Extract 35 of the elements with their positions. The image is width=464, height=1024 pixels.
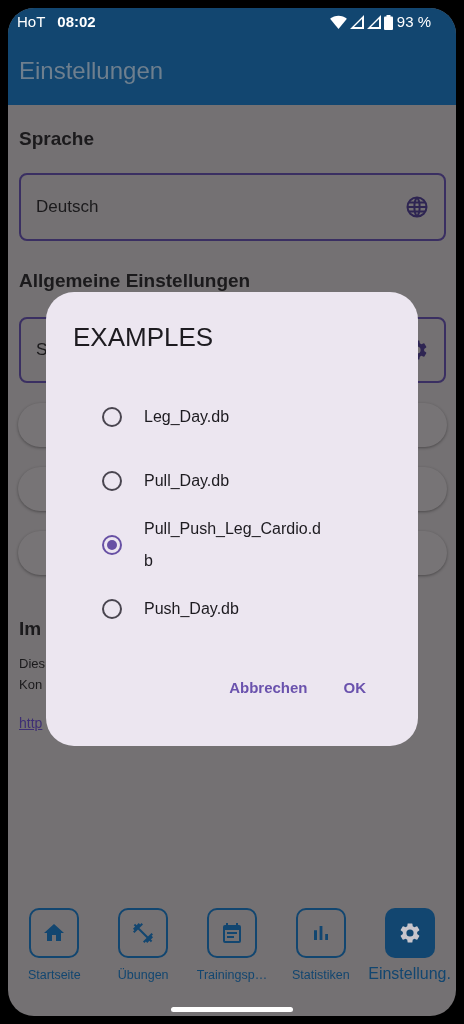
clock-time: 08:02 bbox=[57, 11, 96, 32]
option-label[interactable]: Leg_Day.db bbox=[144, 401, 324, 433]
section-heading: Sprache bbox=[19, 127, 95, 151]
nav-tab-button[interactable] bbox=[384, 908, 435, 958]
nav-label[interactable]: Startseite bbox=[28, 966, 81, 985]
link[interactable]: http bbox=[19, 713, 43, 734]
body-text: Dies bbox=[19, 655, 45, 673]
radio-button[interactable] bbox=[102, 407, 122, 427]
nav-label[interactable]: Übungen bbox=[117, 966, 169, 985]
wifi-icon bbox=[329, 15, 347, 29]
language-field[interactable]: Deutsch bbox=[19, 173, 446, 241]
option-label[interactable]: Pull_Push_Leg_Cardio.db bbox=[144, 513, 324, 577]
section-heading: Im bbox=[19, 617, 42, 641]
dialog-button[interactable]: OK bbox=[343, 677, 366, 700]
battery-icon bbox=[383, 14, 393, 30]
radio-button[interactable] bbox=[102, 471, 122, 491]
dumbbell-icon bbox=[131, 921, 156, 945]
nav-label[interactable]: Trainingsp… bbox=[196, 966, 268, 985]
signal-icon bbox=[366, 15, 381, 29]
radio-button[interactable] bbox=[102, 599, 122, 619]
radio-button[interactable] bbox=[102, 535, 122, 555]
dialog-title: EXAMPLES bbox=[73, 321, 215, 353]
body-text: Kon bbox=[19, 676, 43, 694]
section-heading: Allgemeine Einstellungen bbox=[19, 269, 252, 293]
dialog-button[interactable]: Abbrechen bbox=[229, 677, 308, 700]
option-label[interactable]: Push_Day.db bbox=[144, 593, 324, 625]
signal-icon bbox=[349, 15, 364, 29]
nav-label[interactable]: Statistiken bbox=[291, 966, 350, 985]
app-bar-title: Einstellungen bbox=[19, 55, 164, 86]
battery-percent: 93 % bbox=[396, 11, 431, 32]
calendar-icon bbox=[220, 921, 244, 945]
nav-label[interactable]: Einstellung. bbox=[368, 962, 451, 986]
carrier-name: HoT bbox=[17, 11, 46, 32]
globe-icon bbox=[405, 195, 429, 219]
option-label[interactable]: Pull_Day.db bbox=[144, 465, 324, 497]
